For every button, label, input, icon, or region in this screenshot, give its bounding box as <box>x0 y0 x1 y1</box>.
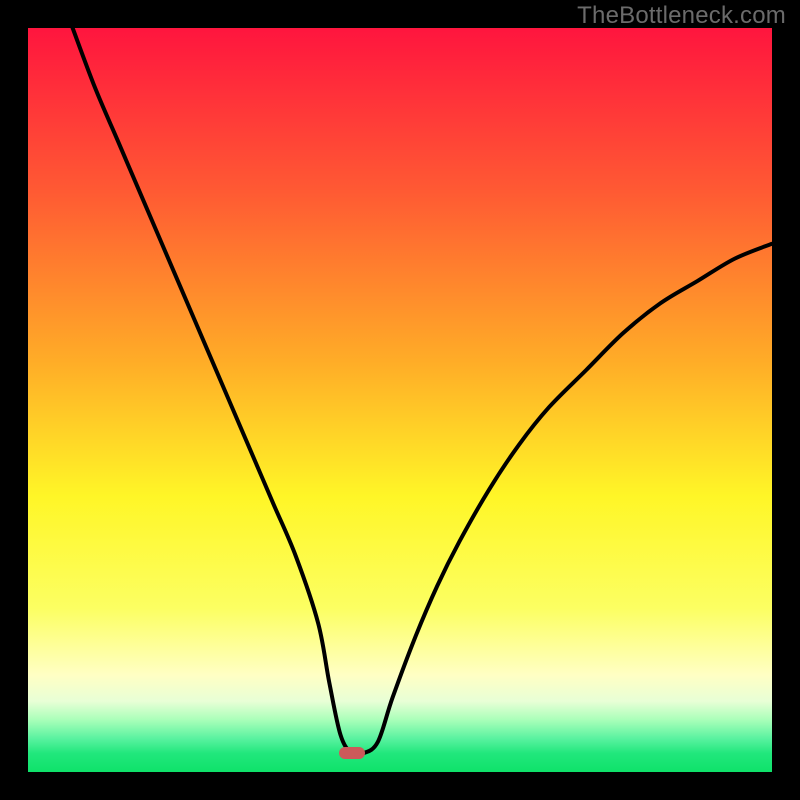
optimal-point-marker <box>339 747 365 759</box>
curve-layer <box>28 28 772 772</box>
plot-area <box>28 28 772 772</box>
outer-frame: TheBottleneck.com <box>0 0 800 800</box>
bottleneck-curve <box>73 28 772 755</box>
watermark-text: TheBottleneck.com <box>577 2 786 30</box>
